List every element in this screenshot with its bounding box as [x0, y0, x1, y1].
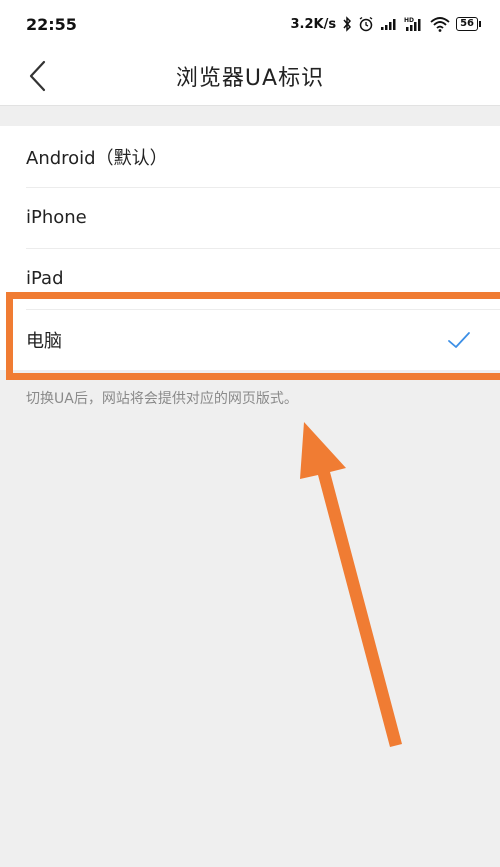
signal-hd-icon: HD [404, 16, 424, 32]
highlight-box [6, 292, 500, 380]
svg-text:HD: HD [404, 17, 414, 24]
battery-icon: 56 [456, 17, 481, 31]
network-speed: 3.2K/s [290, 16, 337, 32]
option-android[interactable]: Android（默认） [0, 126, 500, 187]
status-bar: 22:55 3.2K/s HD 56 [0, 0, 500, 48]
hint-text: 切换UA后，网站将会提供对应的网页版式。 [26, 391, 298, 407]
option-label: iPad [26, 268, 64, 289]
option-label: Android（默认） [26, 147, 168, 169]
bluetooth-icon [342, 16, 352, 32]
alarm-icon [358, 16, 374, 32]
status-icons: 3.2K/s HD 56 [290, 16, 481, 32]
option-label: iPhone [26, 207, 87, 228]
wifi-icon [430, 16, 450, 32]
status-time: 22:55 [26, 14, 77, 34]
signal-icon [380, 17, 398, 31]
page-title: 浏览器UA标识 [175, 66, 325, 91]
option-iphone[interactable]: iPhone [0, 187, 500, 248]
header: 浏览器UA标识 [0, 48, 500, 106]
